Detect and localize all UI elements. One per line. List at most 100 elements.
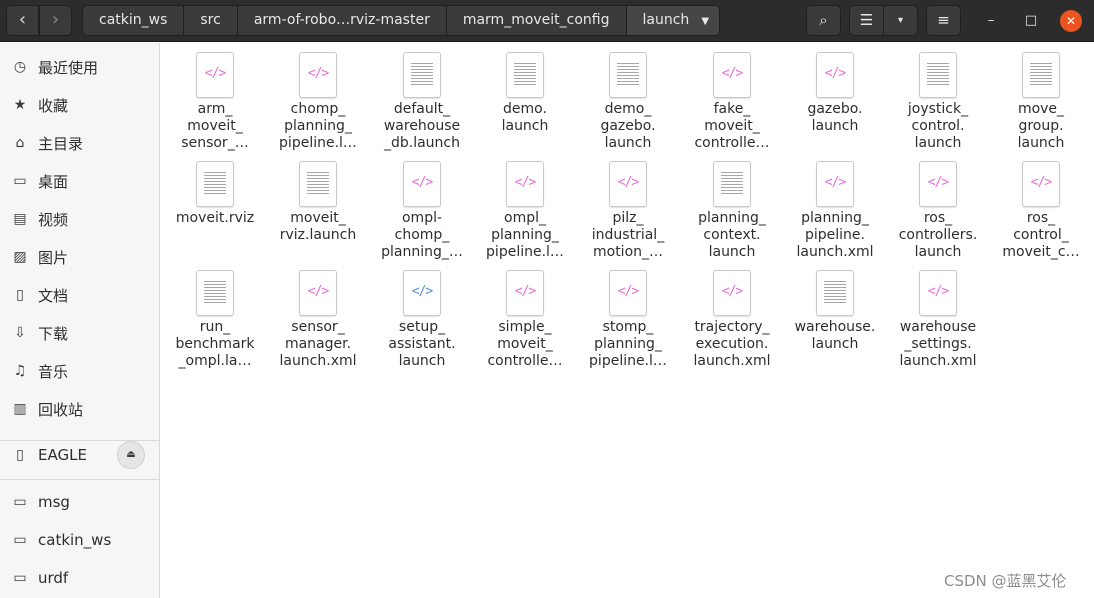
sidebar-item-place-6[interactable]: ▯ 文档: [0, 277, 159, 313]
file-item[interactable]: </> ompl- chomp_ planning_…: [372, 152, 472, 260]
code-glyph: </>: [617, 175, 639, 190]
view-options-button[interactable]: ▾: [883, 5, 918, 36]
forward-button[interactable]: ›: [39, 5, 72, 36]
code-glyph: </>: [721, 66, 743, 81]
file-name: demo. launch: [501, 101, 549, 134]
picture-icon: ▨: [13, 249, 27, 265]
view-mode-button[interactable]: ☰: [849, 5, 884, 36]
file-grid: </> arm_ moveit_ sensor_… </> chomp_ planni…: [161, 43, 1094, 598]
sidebar-item-place-4[interactable]: ▤ 视频: [0, 201, 159, 237]
sidebar-item-place-8[interactable]: ♫ 音乐: [0, 353, 159, 389]
breadcrumb-arm-of-robot[interactable]: arm-of-robo…rviz-master: [237, 5, 447, 36]
text-file-icon: [609, 52, 647, 98]
code-glyph: </>: [514, 284, 536, 299]
sidebar-item-place-7[interactable]: ⇩ 下载: [0, 315, 159, 351]
code-glyph: </>: [721, 284, 743, 299]
code-glyph: </>: [204, 66, 226, 81]
breadcrumb-marm-moveit-config[interactable]: marm_moveit_config: [446, 5, 627, 36]
folder-icon: ▭: [13, 494, 27, 510]
file-item[interactable]: </> trajectory_ execution. launch.xml: [682, 261, 782, 369]
file-name: sensor_ manager. launch.xml: [279, 319, 357, 369]
file-name: moveit.rviz: [175, 210, 255, 226]
file-item[interactable]: moveit_ rviz.launch: [268, 152, 368, 257]
sidebar-item-bookmark-0[interactable]: ▭ msg: [0, 484, 159, 520]
file-name: demo_ gazebo. launch: [600, 101, 656, 151]
recent-icon: ◷: [13, 59, 27, 75]
search-button[interactable]: ⌕: [806, 5, 841, 36]
minimize-button[interactable]: –: [980, 10, 1002, 32]
breadcrumb: catkin_ws src arm-of-robo…rviz-master ma…: [82, 5, 721, 36]
file-item[interactable]: </> stomp_ planning_ pipeline.l…: [578, 261, 678, 369]
file-item[interactable]: joystick_ control. launch: [888, 43, 988, 151]
sidebar-item-label: 主目录: [38, 134, 84, 153]
sidebar-item-place-2[interactable]: ⌂ 主目录: [0, 125, 159, 161]
xml-file-icon: </>: [609, 270, 647, 316]
file-item[interactable]: demo. launch: [475, 43, 575, 148]
file-item[interactable]: </> ros_ control_ moveit_c…: [991, 152, 1091, 260]
text-lines: [411, 63, 433, 87]
file-name: pilz_ industrial_ motion_…: [591, 210, 665, 260]
eject-icon[interactable]: ⏏: [117, 441, 145, 469]
sidebar-item-bookmark-1[interactable]: ▭ catkin_ws: [0, 522, 159, 558]
breadcrumb-launch[interactable]: launch ▼: [626, 5, 721, 36]
file-item[interactable]: </> sensor_ manager. launch.xml: [268, 261, 368, 369]
sidebar-item-label: catkin_ws: [38, 531, 112, 549]
file-item[interactable]: planning_ context. launch: [682, 152, 782, 260]
sidebar-item-place-0[interactable]: ◷ 最近使用: [0, 49, 159, 85]
sidebar-item-place-3[interactable]: ▭ 桌面: [0, 163, 159, 199]
text-lines: [204, 281, 226, 305]
text-file-icon: [816, 270, 854, 316]
watermark: CSDN @蓝黑艾伦: [944, 572, 1067, 590]
file-item[interactable]: </> fake_ moveit_ controlle…: [682, 43, 782, 151]
maximize-icon: □: [1024, 13, 1038, 28]
file-item[interactable]: </> simple_ moveit_ controlle…: [475, 261, 575, 369]
file-item[interactable]: </> warehouse _settings. launch.xml: [888, 261, 988, 369]
breadcrumb-src[interactable]: src: [184, 5, 238, 36]
file-item[interactable]: move_ group. launch: [991, 43, 1091, 151]
sidebar-item-place-5[interactable]: ▨ 图片: [0, 239, 159, 275]
file-item[interactable]: </> ompl_ planning_ pipeline.l…: [475, 152, 575, 260]
xml-file-icon: </>: [713, 270, 751, 316]
file-item[interactable]: </> planning_ pipeline. launch.xml: [785, 152, 885, 260]
maximize-button[interactable]: □: [1020, 10, 1042, 32]
sidebar-item-place-9[interactable]: ▥ 回收站: [0, 391, 159, 427]
file-name: move_ group. launch: [1017, 101, 1065, 151]
sidebar-item-bookmark-2[interactable]: ▭ urdf: [0, 560, 159, 596]
search-icon: ⌕: [819, 11, 828, 29]
file-name: chomp_ planning_ pipeline.l…: [279, 101, 357, 151]
folder-icon: ▭: [13, 532, 27, 548]
file-item[interactable]: </> setup_ assistant. launch: [372, 261, 472, 369]
main-menu-button[interactable]: ≡: [926, 5, 961, 36]
sidebar-item-label: 视频: [38, 210, 69, 229]
file-item[interactable]: </> arm_ moveit_ sensor_…: [165, 43, 265, 151]
file-name: trajectory_ execution. launch.xml: [693, 319, 771, 369]
file-item[interactable]: </> pilz_ industrial_ motion_…: [578, 152, 678, 260]
close-icon: ✕: [1065, 14, 1077, 28]
file-item[interactable]: </> ros_ controllers. launch: [888, 152, 988, 260]
text-file-icon: [403, 52, 441, 98]
text-file-icon: [919, 52, 957, 98]
sidebar-item-place-1[interactable]: ★ 收藏: [0, 87, 159, 123]
file-item[interactable]: </> chomp_ planning_ pipeline.l…: [268, 43, 368, 151]
file-item[interactable]: default_ warehouse _db.launch: [372, 43, 472, 151]
file-item[interactable]: moveit.rviz: [165, 152, 265, 257]
breadcrumb-catkin-ws[interactable]: catkin_ws: [82, 5, 185, 36]
xml-file-icon: </>: [816, 161, 854, 207]
xml-file-icon: </>: [919, 161, 957, 207]
xml-file-icon: </>: [403, 270, 441, 316]
xml-file-icon: </>: [403, 161, 441, 207]
sidebar-item-label: 图片: [38, 248, 69, 267]
close-button[interactable]: ✕: [1060, 10, 1082, 32]
file-item[interactable]: </> gazebo. launch: [785, 43, 885, 148]
back-button[interactable]: ‹: [6, 5, 39, 36]
file-name: planning_ context. launch: [698, 210, 766, 260]
home-icon: ⌂: [15, 135, 25, 151]
text-lines: [721, 172, 743, 196]
file-item[interactable]: run_ benchmark _ompl.la…: [165, 261, 265, 369]
sidebar-item-label: 收藏: [38, 96, 69, 115]
file-item[interactable]: demo_ gazebo. launch: [578, 43, 678, 151]
file-item[interactable]: warehouse. launch: [785, 261, 885, 366]
file-name: default_ warehouse _db.launch: [383, 101, 461, 151]
text-file-icon: [506, 52, 544, 98]
xml-file-icon: </>: [1022, 161, 1060, 207]
